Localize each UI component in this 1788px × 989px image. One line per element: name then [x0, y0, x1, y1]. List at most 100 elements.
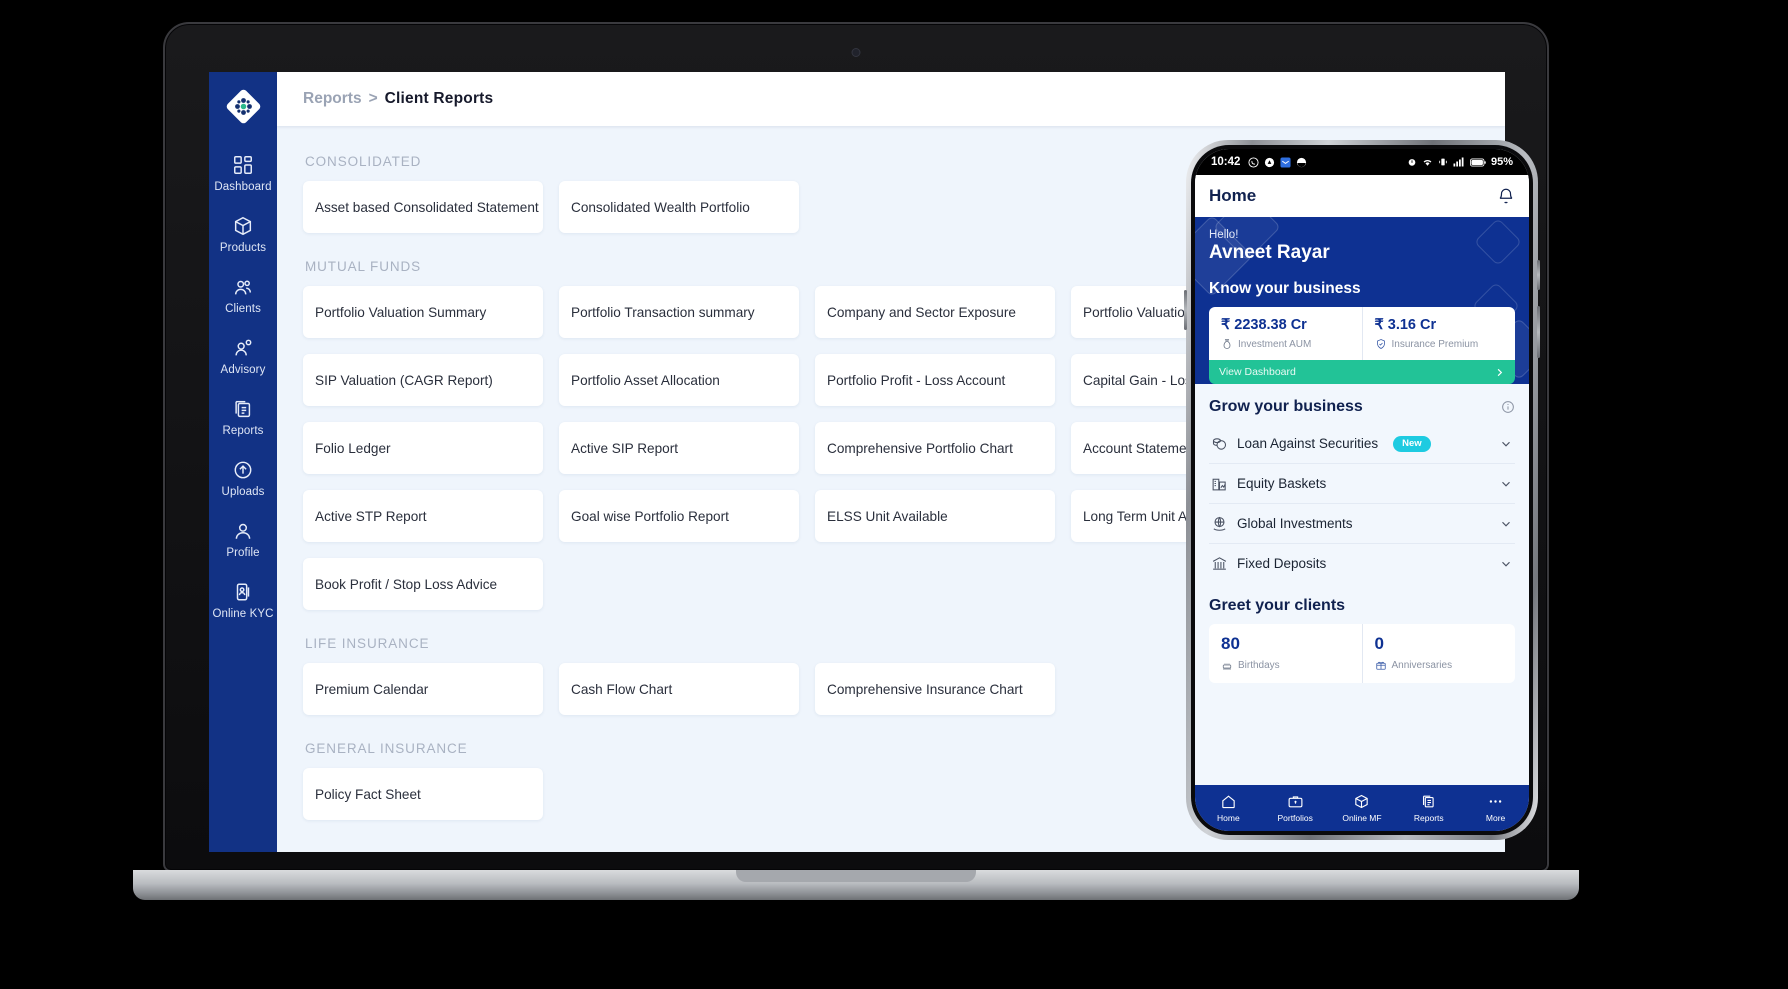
greet-clients-section: Greet your clients 80 Birthdays 0 Annive…: [1195, 583, 1529, 683]
report-card[interactable]: Portfolio Asset Allocation: [559, 354, 799, 406]
phone-volume-up-button[interactable]: [1537, 260, 1540, 290]
stat-investment-aum[interactable]: ₹ 2238.38 Cr Investment AUM: [1209, 307, 1362, 360]
money-bag-icon: [1223, 339, 1231, 349]
phone-screen: 10:42 95% Home Hello! Avneet Rayar Know …: [1195, 149, 1529, 831]
report-card[interactable]: Active STP Report: [303, 490, 543, 542]
tab-more[interactable]: More: [1462, 793, 1529, 823]
phone-frame: 10:42 95% Home Hello! Avneet Rayar Know …: [1184, 140, 1540, 840]
chevron-down-icon[interactable]: [1499, 557, 1513, 571]
mail-icon: [1280, 156, 1291, 168]
chevron-down-icon[interactable]: [1499, 437, 1513, 451]
breadcrumb-parent[interactable]: Reports: [303, 90, 362, 108]
sidebar-item-label: Uploads: [221, 486, 265, 498]
drive-icon: [1265, 157, 1275, 167]
tab-label: Reports: [1413, 813, 1444, 823]
chat-icon: [1297, 157, 1307, 167]
breadcrumb-current: Client Reports: [384, 90, 494, 107]
tab-reports[interactable]: Reports: [1395, 793, 1462, 823]
gift-icon: [1375, 661, 1386, 670]
phone-status-bar: 10:42 95%: [1195, 149, 1529, 175]
wifi-icon: [1423, 159, 1432, 166]
report-card[interactable]: Company and Sector Exposure: [815, 286, 1055, 338]
sidebar-item-online-kyc[interactable]: Online KYC: [209, 581, 277, 620]
accordion-item-fixed-deposits[interactable]: Fixed Deposits: [1209, 544, 1515, 583]
globe-hand-icon: [1213, 516, 1226, 531]
sidebar-item-label: Online KYC: [212, 608, 274, 620]
report-card[interactable]: Cash Flow Chart: [559, 663, 799, 715]
accordion-label: Equity Baskets: [1237, 476, 1327, 491]
report-card[interactable]: SIP Valuation (CAGR Report): [303, 354, 543, 406]
report-card[interactable]: Book Profit / Stop Loss Advice: [303, 558, 543, 610]
sidebar-item-label: Advisory: [220, 364, 266, 376]
report-card[interactable]: Folio Ledger: [303, 422, 543, 474]
status-notification-icons: [1248, 156, 1307, 168]
ellipsis-icon: [1489, 800, 1502, 803]
greet-value: 80: [1221, 634, 1240, 653]
page-title: Home: [1209, 186, 1257, 205]
battery-percentage: 95%: [1490, 156, 1513, 168]
greet-clients-card: 80 Birthdays 0 Anniversaries: [1209, 624, 1515, 683]
sidebar-item-label: Clients: [225, 303, 261, 315]
greet-label: Birthdays: [1238, 659, 1280, 671]
chevron-down-icon[interactable]: [1499, 477, 1513, 491]
business-stats-card: ₹ 2238.38 Cr Investment AUM ₹ 3.16 Cr In…: [1209, 307, 1515, 360]
accordion-item-loan-against-securities[interactable]: Loan Against Securities New: [1209, 424, 1515, 464]
info-icon[interactable]: [1501, 400, 1515, 414]
stat-label: Investment AUM: [1238, 338, 1312, 350]
home-icon: [1222, 795, 1235, 809]
sidebar-item-dashboard[interactable]: Dashboard: [209, 154, 277, 193]
grid-icon: [234, 156, 252, 174]
report-card[interactable]: Portfolio Profit - Loss Account: [815, 354, 1055, 406]
report-card[interactable]: Consolidated Wealth Portfolio: [559, 181, 799, 233]
phone-app-header: Home: [1195, 175, 1529, 217]
greet-anniversaries[interactable]: 0 Anniversaries: [1361, 624, 1516, 683]
accordion-item-equity-baskets[interactable]: Equity Baskets: [1209, 464, 1515, 504]
accordion-label: Fixed Deposits: [1237, 556, 1327, 571]
report-card[interactable]: Policy Fact Sheet: [303, 768, 543, 820]
phone-bezel: 10:42 95% Home Hello! Avneet Rayar Know …: [1191, 145, 1533, 835]
sidebar-item-clients[interactable]: Clients: [209, 276, 277, 315]
sidebar-item-uploads[interactable]: Uploads: [209, 459, 277, 498]
tab-portfolios[interactable]: Portfolios: [1262, 793, 1329, 823]
sidebar-item-profile[interactable]: Profile: [209, 520, 277, 559]
report-card[interactable]: Portfolio Transaction summary: [559, 286, 799, 338]
tab-label: Home: [1217, 813, 1240, 823]
report-card[interactable]: ELSS Unit Available: [815, 490, 1055, 542]
view-dashboard-button[interactable]: View Dashboard: [1209, 360, 1515, 384]
chevron-right-icon: [1497, 368, 1503, 376]
chevron-down-icon[interactable]: [1499, 517, 1513, 531]
grow-business-header: Grow your business: [1209, 398, 1515, 416]
report-card[interactable]: Goal wise Portfolio Report: [559, 490, 799, 542]
view-dashboard-label: View Dashboard: [1219, 366, 1296, 378]
brand-logo[interactable]: [209, 80, 277, 132]
grow-business-title: Grow your business: [1209, 398, 1363, 415]
report-card[interactable]: Premium Calendar: [303, 663, 543, 715]
phone-device: 10:42 95% Home Hello! Avneet Rayar Know …: [1184, 140, 1540, 840]
report-card[interactable]: Comprehensive Insurance Chart: [815, 663, 1055, 715]
greet-birthdays[interactable]: 80 Birthdays: [1209, 624, 1362, 683]
report-card[interactable]: Active SIP Report: [559, 422, 799, 474]
report-card[interactable]: Portfolio Valuation Summary: [303, 286, 543, 338]
phone-power-button[interactable]: [1184, 290, 1187, 330]
stat-insurance-premium[interactable]: ₹ 3.16 Cr Insurance Premium: [1361, 307, 1516, 360]
report-card[interactable]: Comprehensive Portfolio Chart: [815, 422, 1055, 474]
phone-volume-down-button[interactable]: [1537, 306, 1540, 358]
alarm-icon: [1408, 159, 1416, 166]
accordion-item-global-investments[interactable]: Global Investments: [1209, 504, 1515, 544]
tab-home[interactable]: Home: [1195, 793, 1262, 823]
app-topbar: Reports > Client Reports: [277, 72, 1505, 126]
bell-icon[interactable]: [1497, 187, 1515, 205]
greet-label-row: Birthdays: [1221, 659, 1350, 671]
status-time: 10:42: [1211, 156, 1241, 168]
sidebar-item-products[interactable]: Products: [209, 215, 277, 254]
sidebar-item-reports[interactable]: Reports: [209, 398, 277, 437]
people-icon: [234, 280, 252, 295]
greet-value: 0: [1374, 634, 1384, 653]
sidebar-item-advisory[interactable]: Advisory: [209, 337, 277, 376]
report-card[interactable]: Asset based Consolidated Statement: [303, 181, 543, 233]
know-your-business-title: Know your business: [1209, 280, 1361, 297]
new-badge: New: [1393, 435, 1431, 452]
advisory-icon: [235, 339, 252, 356]
whatsapp-icon: [1248, 156, 1259, 168]
tab-online-mf[interactable]: Online MF: [1329, 793, 1396, 823]
